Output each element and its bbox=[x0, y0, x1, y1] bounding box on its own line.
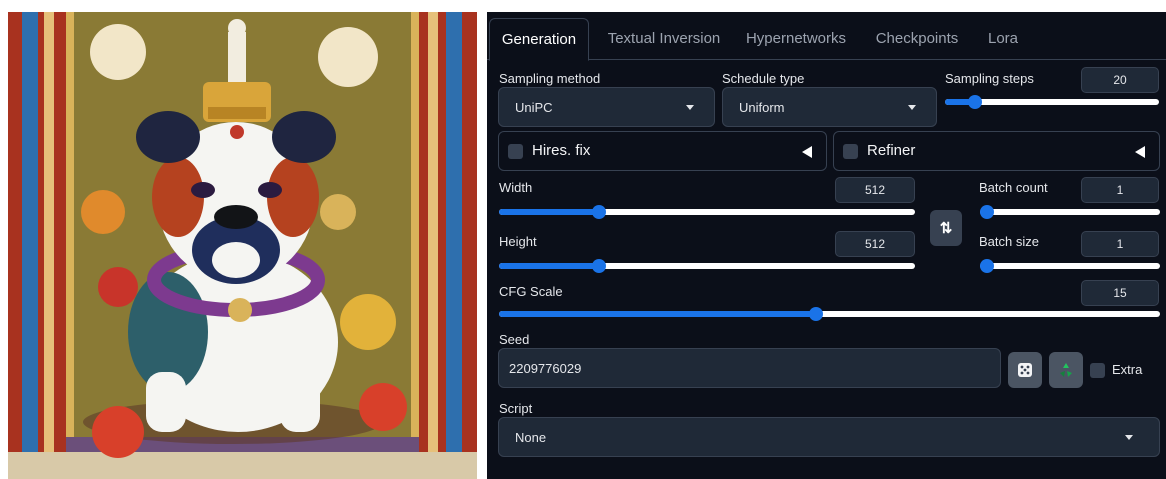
height-slider[interactable] bbox=[499, 257, 915, 275]
slider-thumb[interactable] bbox=[591, 259, 606, 273]
refiner-checkbox[interactable] bbox=[843, 144, 858, 159]
cfg-scale-label: CFG Scale bbox=[499, 284, 563, 299]
sampling-method-label: Sampling method bbox=[499, 71, 601, 86]
slider-thumb[interactable] bbox=[591, 205, 606, 219]
bulldog-painting-image bbox=[8, 12, 477, 479]
schedule-type-value: Uniform bbox=[739, 100, 785, 115]
schedule-type-label: Schedule type bbox=[722, 71, 805, 86]
hires-fix-checkbox[interactable] bbox=[508, 144, 523, 159]
tab-textual-inversion[interactable]: Textual Inversion bbox=[595, 18, 733, 60]
app-window: Generation Textual Inversion Hypernetwor… bbox=[0, 0, 1166, 479]
hires-fix-label: Hires. fix bbox=[532, 142, 591, 159]
chevron-down-icon bbox=[1125, 435, 1133, 440]
sampling-steps-slider[interactable] bbox=[945, 93, 1159, 111]
height-input[interactable]: 512 bbox=[835, 231, 915, 257]
generated-image[interactable] bbox=[8, 12, 477, 479]
tab-lora[interactable]: Lora bbox=[978, 18, 1028, 60]
batch-size-slider[interactable] bbox=[980, 257, 1160, 275]
generation-settings-panel: Generation Textual Inversion Hypernetwor… bbox=[487, 12, 1166, 479]
hires-fix-accordion[interactable]: Hires. fix bbox=[498, 131, 827, 171]
extra-checkbox[interactable] bbox=[1090, 363, 1105, 378]
collapse-triangle-icon[interactable] bbox=[802, 146, 812, 158]
swap-dimensions-button[interactable]: ⇅ bbox=[930, 210, 962, 246]
tab-hypernetworks[interactable]: Hypernetworks bbox=[737, 18, 855, 60]
extra-label: Extra bbox=[1112, 362, 1143, 377]
batch-size-label: Batch size bbox=[979, 234, 1039, 249]
batch-count-input[interactable]: 1 bbox=[1081, 177, 1159, 203]
script-dropdown[interactable]: None bbox=[498, 417, 1160, 457]
slider-thumb[interactable] bbox=[980, 259, 994, 273]
refiner-label: Refiner bbox=[867, 142, 916, 159]
batch-size-input[interactable]: 1 bbox=[1081, 231, 1159, 257]
swap-dimensions-icon: ⇅ bbox=[939, 220, 953, 237]
width-slider[interactable] bbox=[499, 203, 915, 221]
slider-thumb[interactable] bbox=[980, 205, 994, 219]
random-seed-button[interactable] bbox=[1008, 352, 1042, 388]
seed-label: Seed bbox=[499, 332, 530, 347]
script-label: Script bbox=[499, 401, 533, 416]
width-input[interactable]: 512 bbox=[835, 177, 915, 203]
tab-checkpoints[interactable]: Checkpoints bbox=[868, 18, 966, 60]
height-label: Height bbox=[499, 234, 537, 249]
sampling-method-dropdown[interactable]: UniPC bbox=[498, 87, 715, 127]
refiner-accordion[interactable]: Refiner bbox=[833, 131, 1160, 171]
tab-generation[interactable]: Generation bbox=[489, 18, 589, 61]
sampling-steps-label: Sampling steps bbox=[945, 71, 1034, 86]
slider-thumb[interactable] bbox=[967, 95, 982, 109]
sampling-method-value: UniPC bbox=[515, 100, 553, 115]
cfg-scale-slider[interactable] bbox=[499, 305, 1160, 323]
batch-count-slider[interactable] bbox=[980, 203, 1160, 221]
script-value: None bbox=[515, 430, 547, 445]
collapse-triangle-icon[interactable] bbox=[1135, 146, 1145, 158]
seed-value: 2209776029 bbox=[509, 361, 582, 376]
width-label: Width bbox=[499, 180, 533, 195]
recycle-icon bbox=[1060, 363, 1072, 377]
schedule-type-dropdown[interactable]: Uniform bbox=[722, 87, 937, 127]
seed-input[interactable]: 2209776029 bbox=[498, 348, 1001, 388]
reuse-seed-button[interactable] bbox=[1049, 352, 1083, 388]
batch-count-label: Batch count bbox=[979, 180, 1048, 195]
chevron-down-icon bbox=[908, 105, 916, 110]
tab-bar: Generation Textual Inversion Hypernetwor… bbox=[487, 12, 1166, 61]
chevron-down-icon bbox=[686, 105, 694, 110]
sampling-steps-input[interactable]: 20 bbox=[1081, 67, 1159, 93]
cfg-scale-input[interactable]: 15 bbox=[1081, 280, 1159, 306]
dice-icon bbox=[1018, 363, 1032, 377]
slider-thumb[interactable] bbox=[809, 307, 824, 321]
